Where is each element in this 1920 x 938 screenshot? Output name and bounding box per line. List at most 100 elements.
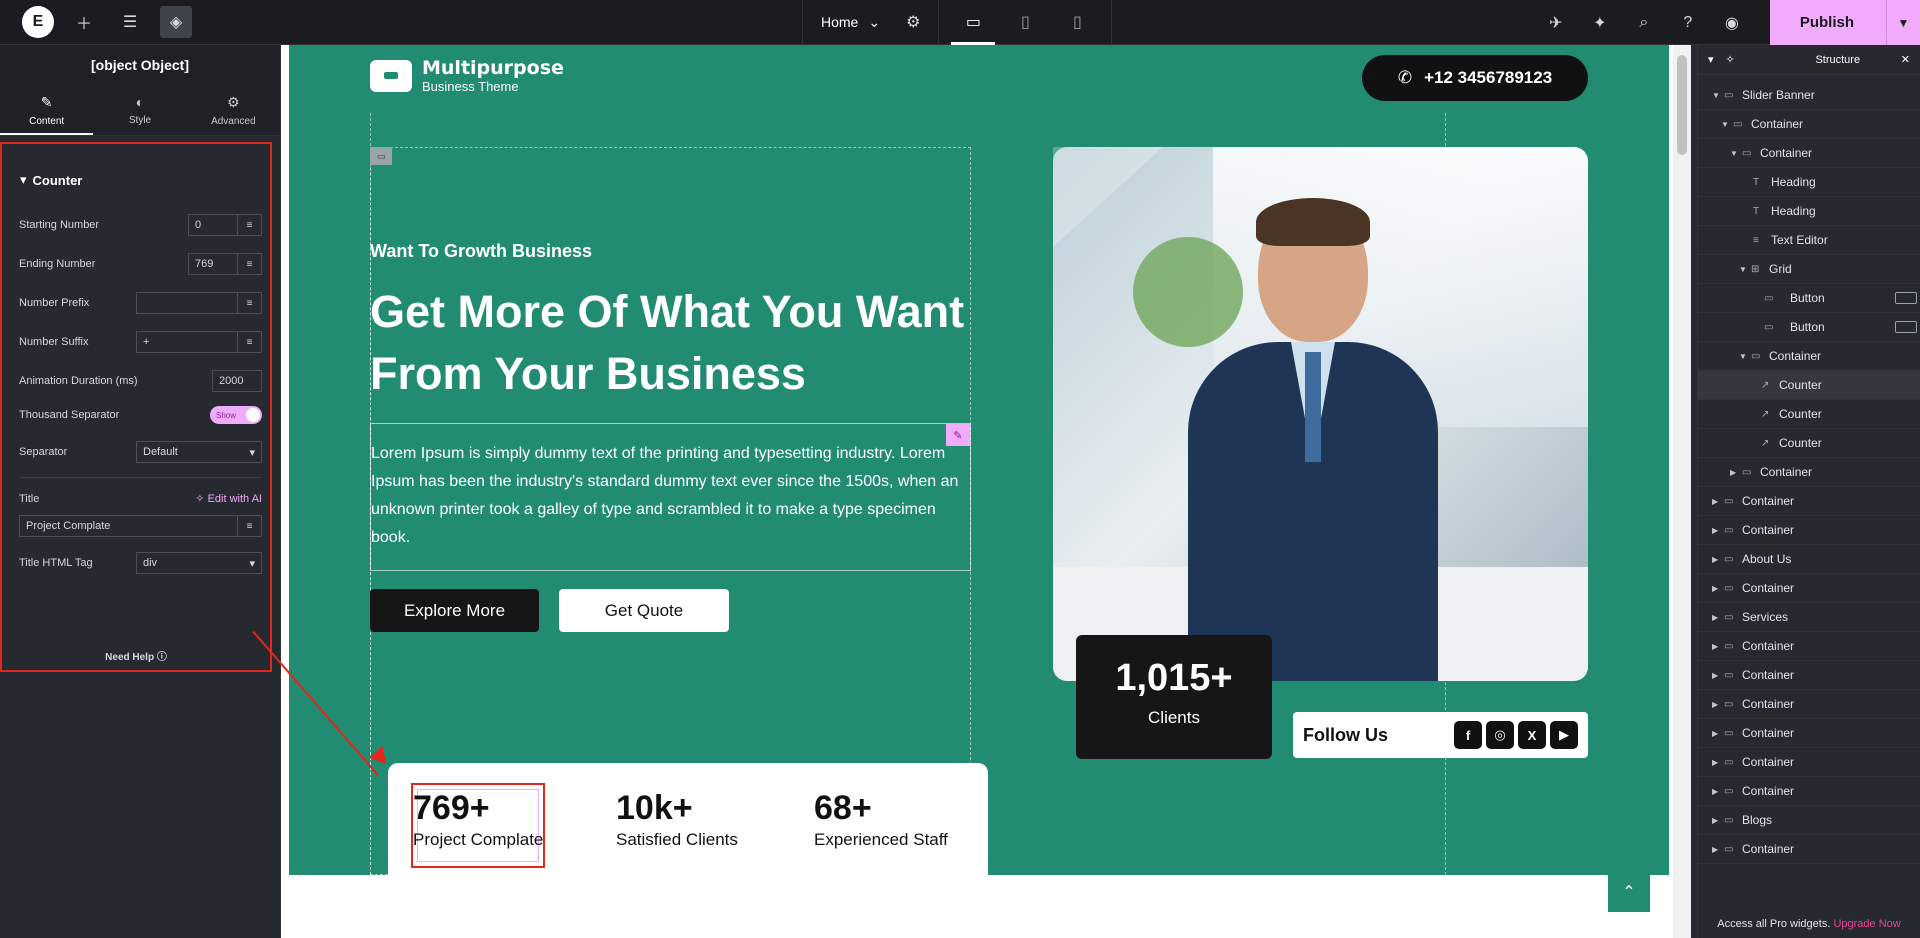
starting-number-input[interactable]: 0 [188, 214, 238, 236]
phone-button[interactable]: ✆ +12 3456789123 [1362, 55, 1588, 101]
text-editor-widget[interactable]: Lorem Ipsum is simply dummy text of the … [370, 423, 971, 571]
instagram-icon[interactable]: ◎ [1486, 721, 1514, 749]
publish-button[interactable]: Publish ▼ [1769, 0, 1920, 45]
scrollbar-thumb[interactable] [1677, 55, 1687, 155]
close-icon[interactable]: ✕ [1901, 53, 1910, 66]
tree-node[interactable]: ▶ ▭ Container [1698, 777, 1920, 806]
tree-node[interactable]: ▶ ▭ Container [1698, 719, 1920, 748]
animation-duration-input[interactable]: 2000 [212, 370, 262, 392]
sparkle-icon[interactable]: ✧ [1726, 53, 1735, 66]
edit-with-ai-link[interactable]: ✧ Edit with AI [195, 492, 262, 505]
launch-rocket-icon[interactable]: ✈ [1540, 7, 1572, 39]
edit-pencil-icon[interactable]: ✎ [946, 424, 970, 446]
site-settings-icon[interactable]: ☰ [114, 6, 146, 38]
tree-node[interactable]: ↗ Counter [1698, 400, 1920, 429]
tree-node[interactable]: ▼ ⊞ Grid [1698, 255, 1920, 284]
hero-body-text: Lorem Ipsum is simply dummy text of the … [371, 445, 959, 546]
tree-node[interactable]: ▭ Button [1698, 313, 1920, 342]
ending-number-input[interactable]: 769 [188, 253, 238, 275]
title-input[interactable]: Project Complate [19, 515, 238, 537]
upgrade-now-link[interactable]: Upgrade Now [1833, 918, 1900, 930]
notifications-icon[interactable]: ✦ [1584, 7, 1616, 39]
preview-eye-icon[interactable]: ◉ [1716, 7, 1748, 39]
thousand-separator-toggle[interactable]: Show [210, 406, 262, 424]
container-handle-icon[interactable]: ▭ [370, 147, 392, 165]
counter-staff[interactable]: 68+ Experienced Staff [814, 789, 948, 850]
dynamic-tags-icon[interactable]: ≡ [238, 331, 262, 353]
search-icon[interactable]: ⌕ [1628, 7, 1660, 39]
facebook-icon[interactable]: f [1454, 721, 1482, 749]
explore-more-button[interactable]: Explore More [370, 589, 539, 632]
structure-tree: ▼ ▭ Slider Banner ▼ ▭ Container ▼ ▭ Container … [1698, 81, 1920, 864]
control-label: Number Prefix [19, 297, 90, 309]
tree-node[interactable]: ▭ Button [1698, 284, 1920, 313]
tab-label: Advanced [211, 115, 256, 127]
page-settings-icon[interactable]: ⚙ [906, 12, 920, 32]
node-label: Container [1769, 349, 1822, 363]
need-help-link[interactable]: Need Help ⓘ [2, 648, 270, 663]
tab-advanced[interactable]: ⚙ Advanced [187, 85, 280, 135]
hero-businessman-photo[interactable] [1053, 147, 1588, 681]
control-animation-duration: Animation Duration (ms) 2000 [19, 370, 262, 392]
hero-section[interactable]: Multipurpose Business Theme ✆ +12 345678… [289, 45, 1669, 875]
page-selector[interactable]: Home ⌄ ⚙ [802, 0, 940, 45]
tree-node-selected[interactable]: ↗ Counter [1698, 371, 1920, 400]
tablet-view-icon[interactable]: ▯ [999, 0, 1051, 45]
dynamic-tags-icon[interactable]: ≡ [238, 292, 262, 314]
tree-node[interactable]: ▶ ▭ Container [1698, 690, 1920, 719]
tree-node[interactable]: ▶ ▭ Container [1698, 835, 1920, 864]
tree-node[interactable]: T Heading [1698, 168, 1920, 197]
tree-node[interactable]: ≡ Text Editor [1698, 226, 1920, 255]
tree-node[interactable]: ▶ ▭ Container [1698, 487, 1920, 516]
elementor-logo[interactable]: E [22, 6, 54, 38]
structure-layers-icon[interactable]: ◈ [160, 6, 192, 38]
title-tag-select[interactable]: div ▾ [136, 552, 262, 574]
number-suffix-input[interactable]: + [136, 331, 238, 353]
desktop-view-icon[interactable]: ▭ [947, 0, 999, 45]
tree-node[interactable]: ▶ ▭ Container [1698, 458, 1920, 487]
section-header-counter[interactable]: ▾ Counter [20, 172, 82, 188]
mobile-view-icon[interactable]: ▯ [1051, 0, 1103, 45]
youtube-icon[interactable]: ▶ [1550, 721, 1578, 749]
dynamic-tags-icon[interactable]: ≡ [238, 253, 262, 275]
scroll-to-top-icon[interactable]: ⌃ [1608, 872, 1650, 912]
tree-node[interactable]: ▶ ▭ Container [1698, 661, 1920, 690]
tab-style[interactable]: ◐ Style [93, 85, 186, 135]
tree-node[interactable]: ▶ ▭ Container [1698, 748, 1920, 777]
tree-node[interactable]: ▶ ▭ Container [1698, 632, 1920, 661]
caret-down-icon: ▼ [1739, 351, 1747, 361]
hero-headline[interactable]: Get More Of What You Want From Your Busi… [370, 281, 970, 405]
x-twitter-icon[interactable]: X [1518, 721, 1546, 749]
add-element-icon[interactable]: ＋ [68, 6, 100, 38]
tree-node[interactable]: ▶ ▭ Container [1698, 574, 1920, 603]
tree-node[interactable]: ▶ ▭ About Us [1698, 545, 1920, 574]
canvas-scrollbar[interactable] [1673, 45, 1691, 938]
get-quote-button[interactable]: Get Quote [559, 589, 729, 632]
tree-node[interactable]: ▼ ▭ Container [1698, 110, 1920, 139]
number-prefix-input[interactable] [136, 292, 238, 314]
tree-node[interactable]: ▶ ▭ Blogs [1698, 806, 1920, 835]
caret-right-icon: ▶ [1712, 844, 1719, 854]
tree-node[interactable]: T Heading [1698, 197, 1920, 226]
counter-clients[interactable]: 10k+ Satisfied Clients [616, 789, 738, 850]
site-logo[interactable]: Multipurpose Business Theme [370, 58, 564, 94]
hero-kicker[interactable]: Want To Growth Business [370, 241, 592, 262]
chevron-down-icon[interactable]: ▼ [1886, 0, 1920, 45]
separator-select[interactable]: Default ▾ [136, 441, 262, 463]
tree-node[interactable]: ▼ ▭ Container [1698, 342, 1920, 371]
dynamic-tags-icon[interactable]: ≡ [238, 214, 262, 236]
tree-node[interactable]: ▼ ▭ Slider Banner [1698, 81, 1920, 110]
tab-content[interactable]: ✎ Content [0, 85, 94, 135]
tree-node[interactable]: ▶ ▭ Services [1698, 603, 1920, 632]
tree-node[interactable]: ↗ Counter [1698, 429, 1920, 458]
container-icon: ▭ [1724, 698, 1734, 710]
control-title-input: Project Complate ≡ [19, 515, 262, 537]
help-icon[interactable]: ? [1672, 7, 1704, 39]
tree-node[interactable]: ▼ ▭ Container [1698, 139, 1920, 168]
tree-node[interactable]: ▶ ▭ Container [1698, 516, 1920, 545]
clients-stat-card[interactable]: 1,015+ Clients [1076, 635, 1272, 759]
counter-project[interactable]: 769+ Project Complate [413, 789, 543, 850]
node-label: Container [1742, 842, 1795, 856]
collapse-all-icon[interactable]: ▾ [1708, 53, 1714, 66]
dynamic-tags-icon[interactable]: ≡ [238, 515, 262, 537]
